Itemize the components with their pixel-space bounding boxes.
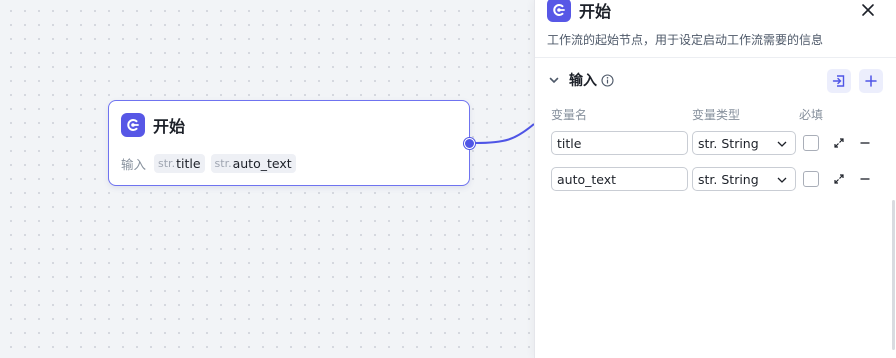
variable-type-select[interactable]: str. String (692, 131, 796, 155)
required-checkbox[interactable] (803, 171, 819, 187)
start-flag-icon (121, 113, 145, 137)
divider (535, 57, 896, 58)
variable-tag-auto-text: str. auto_text (210, 154, 296, 173)
column-header-required: 必填 (799, 108, 824, 122)
chevron-down-icon (777, 141, 787, 147)
variable-name: title (176, 156, 201, 171)
variable-name: auto_text (232, 156, 292, 171)
variable-name-input[interactable] (551, 131, 688, 155)
start-node-title: 开始 (153, 117, 186, 136)
variable-name-input[interactable] (551, 167, 688, 191)
start-node-inputs: 输入 str. title str. auto_text (121, 154, 302, 173)
info-icon[interactable] (601, 73, 614, 87)
remove-icon[interactable] (857, 171, 873, 187)
start-flag-icon (547, 0, 571, 22)
chevron-down-icon[interactable] (547, 73, 561, 87)
node-config-panel: 开始 工作流的起始节点，用于设定启动工作流需要的信息 输入 变量名 变量类型 必… (534, 0, 896, 358)
remove-icon[interactable] (857, 135, 873, 151)
variable-row: str. String (535, 167, 896, 191)
type-prefix: str. (214, 157, 232, 170)
column-header-type: 变量类型 (692, 108, 741, 122)
add-variable-button[interactable] (859, 69, 883, 93)
import-variable-button[interactable] (827, 69, 851, 93)
start-node[interactable]: 开始 输入 str. title str. auto_text (108, 100, 470, 186)
plus-icon (865, 75, 877, 87)
panel-header: 开始 (547, 0, 611, 22)
inputs-section-title: 输入 (569, 73, 597, 89)
panel-title: 开始 (579, 2, 612, 21)
expand-icon[interactable] (831, 171, 847, 187)
panel-description: 工作流的起始节点，用于设定启动工作流需要的信息 (547, 33, 824, 47)
inputs-label: 输入 (121, 157, 147, 172)
variable-tag-title: str. title (154, 154, 205, 173)
variable-row: str. String (535, 131, 896, 155)
start-node-header: 开始 (121, 113, 185, 137)
required-checkbox[interactable] (803, 135, 819, 151)
variable-type-value: str. String (698, 171, 759, 187)
import-icon (832, 75, 845, 87)
chevron-down-icon (777, 177, 787, 183)
expand-icon[interactable] (831, 135, 847, 151)
close-icon (862, 4, 874, 16)
type-prefix: str. (158, 157, 176, 170)
column-header-name: 变量名 (551, 108, 588, 122)
output-handle[interactable] (464, 138, 475, 149)
variable-type-value: str. String (698, 135, 759, 151)
scrollbar-thumb[interactable] (892, 200, 895, 350)
variable-type-select[interactable]: str. String (692, 167, 796, 191)
inputs-section-header: 输入 (547, 70, 614, 90)
close-button[interactable] (858, 0, 878, 20)
